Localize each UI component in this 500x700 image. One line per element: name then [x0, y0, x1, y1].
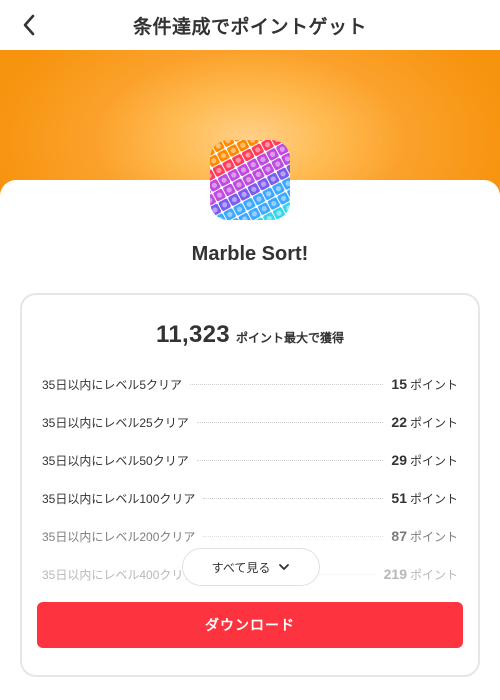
task-label: 35日以内にレベル400クリア: [42, 567, 196, 582]
task-label: 35日以内にレベル50クリア: [42, 453, 189, 468]
header-bar: 条件達成でポイントゲット: [0, 0, 500, 50]
dotted-leader: [196, 459, 384, 461]
total-points-value: 11,323: [156, 321, 230, 348]
task-points: 87 ポイント: [391, 528, 458, 545]
task-label: 35日以内にレベル200クリア: [42, 529, 196, 544]
total-points: 11,323 ポイント最大で獲得: [22, 321, 478, 349]
task-points: 22 ポイント: [391, 414, 458, 431]
task-points: 29 ポイント: [391, 452, 458, 469]
task-points-unit: ポイント: [409, 491, 458, 506]
task-points-unit: ポイント: [409, 453, 458, 468]
download-label: ダウンロード: [205, 617, 295, 633]
chevron-down-icon: [278, 563, 290, 571]
page-title: 条件達成でポイントゲット: [132, 16, 367, 38]
dotted-leader: [196, 421, 384, 423]
task-label: 35日以内にレベル25クリア: [42, 415, 189, 430]
dotted-leader: [203, 535, 384, 537]
task-points-value: 51: [391, 489, 407, 506]
task-points-value: 29: [391, 451, 407, 468]
task-points-unit: ポイント: [409, 415, 458, 430]
task-points-value: 15: [391, 375, 407, 392]
points-card: 11,323 ポイント最大で獲得 35日以内にレベル5クリア 15 ポイント 3…: [20, 293, 480, 677]
back-button[interactable]: [14, 10, 44, 40]
task-points: 15 ポイント: [391, 376, 458, 393]
dotted-leader: [203, 497, 384, 499]
chevron-left-icon: [23, 14, 35, 36]
marble-sort-app-icon: [210, 140, 290, 220]
dotted-leader: [190, 383, 384, 385]
task-points-value: 22: [391, 413, 407, 430]
task-points-unit: ポイント: [409, 567, 458, 582]
task-points-value: 87: [391, 527, 407, 544]
task-row: 35日以内にレベル25クリア 22 ポイント: [42, 403, 458, 441]
task-points-value: 219: [383, 565, 407, 582]
task-points: 51 ポイント: [391, 490, 458, 507]
see-all-label: すべて見る: [211, 560, 271, 575]
task-points-unit: ポイント: [409, 529, 458, 544]
task-points-unit: ポイント: [409, 377, 458, 392]
total-points-label: ポイント最大で獲得: [235, 331, 344, 345]
task-row: 35日以内にレベル100クリア 51 ポイント: [42, 479, 458, 517]
task-row: 35日以内にレベル50クリア 29 ポイント: [42, 441, 458, 479]
download-button[interactable]: ダウンロード: [37, 602, 463, 648]
app-name: Marble Sort!: [191, 243, 309, 265]
task-points: 219 ポイント: [384, 566, 458, 583]
task-label: 35日以内にレベル100クリア: [42, 491, 196, 506]
task-row: 35日以内にレベル5クリア 15 ポイント: [42, 365, 458, 403]
task-label: 35日以内にレベル5クリア: [42, 377, 183, 392]
see-all-button[interactable]: すべて見る: [182, 548, 320, 586]
